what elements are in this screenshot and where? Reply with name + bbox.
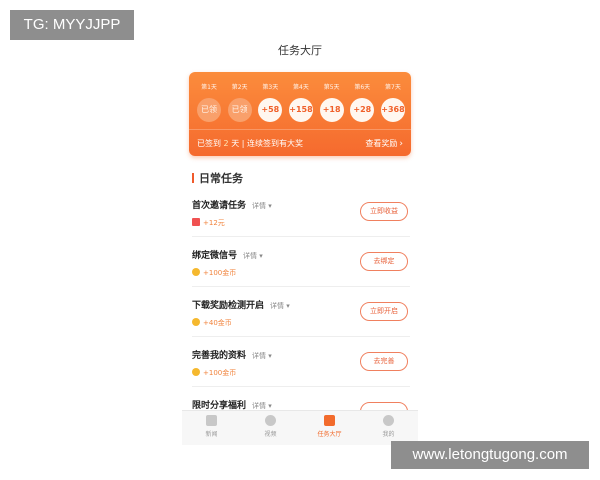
signin-rewards-row: 已领 已领 +58 +158 +18 +28 +368	[197, 98, 405, 122]
task-action-button[interactable]: 立即收益	[360, 202, 408, 221]
tab-news[interactable]: 新闻	[182, 411, 241, 445]
day-label: 第2天	[231, 84, 248, 91]
task-detail-link[interactable]: 详情 ▾	[252, 402, 272, 410]
task-detail-label: 详情	[252, 202, 267, 210]
divider	[192, 386, 410, 387]
app-screen: 任务大厅 第1天 第2天 第3天 第4天 第5天 第6天 第7天 已领 已领 +…	[182, 30, 418, 445]
section-title: 日常任务	[192, 170, 243, 186]
signin-reward-circle: +368	[380, 98, 405, 122]
signin-card: 第1天 第2天 第3天 第4天 第5天 第6天 第7天 已领 已领 +58 +1…	[189, 72, 411, 156]
day-label: 第6天	[354, 84, 371, 91]
divider	[192, 236, 410, 237]
day-label: 第5天	[323, 84, 340, 91]
task-detail-link[interactable]: 详情 ▾	[252, 202, 272, 210]
task-reward: +40金币	[192, 318, 232, 328]
coin-icon	[192, 318, 200, 326]
task-reward: +100金币	[192, 368, 236, 378]
task-action-button[interactable]: 去完善	[360, 352, 408, 371]
red-packet-icon	[192, 218, 200, 226]
tab-label: 任务大厅	[317, 431, 342, 438]
task-action-button[interactable]: 立即开启	[360, 302, 408, 321]
tab-video[interactable]: 视频	[241, 411, 300, 445]
task-item: 完善我的资料 详情 ▾ +100金币 去完善	[192, 348, 410, 394]
signin-reward-circle: 已领	[227, 98, 252, 122]
task-detail-label: 详情	[270, 302, 285, 310]
watermark-top: TG: MYYJJPP	[10, 10, 134, 40]
signin-reward-circle: +58	[258, 98, 283, 122]
divider	[192, 336, 410, 337]
signin-reward-circle: 已领	[197, 98, 221, 122]
task-name-text: 下载奖励检测开启	[192, 301, 265, 311]
section-accent-bar	[192, 173, 194, 183]
task-reward-text: +100金币	[203, 269, 237, 277]
task-name-text: 首次邀请任务	[192, 201, 247, 211]
task-detail-link[interactable]: 详情 ▾	[270, 302, 290, 310]
news-icon	[206, 415, 217, 426]
task-detail-label: 详情	[252, 352, 267, 360]
task-reward: +100金币	[192, 268, 236, 278]
signin-day-count: 2	[223, 139, 229, 148]
task-icon	[324, 415, 335, 426]
section-title-text: 日常任务	[199, 172, 243, 185]
day-label: 第4天	[293, 84, 309, 91]
task-name-text: 绑定微信号	[192, 251, 238, 261]
coin-icon	[192, 368, 200, 376]
view-rewards-label: 查看奖励	[365, 139, 398, 148]
task-detail-label: 详情	[243, 252, 258, 260]
signin-status-suffix: 天 | 连续签到有大奖	[231, 139, 303, 148]
tab-task-hall[interactable]: 任务大厅	[300, 411, 359, 445]
profile-icon	[383, 415, 394, 426]
task-detail-link[interactable]: 详情 ▾	[252, 352, 272, 360]
task-name-text: 完善我的资料	[192, 351, 247, 361]
view-rewards-link[interactable]: 查看奖励 ›	[365, 138, 403, 149]
task-reward-text: +40金币	[203, 319, 232, 327]
watermark-bottom: www.letongtugong.com	[391, 441, 589, 469]
day-label: 第7天	[385, 84, 401, 91]
task-name: 绑定微信号 详情 ▾	[192, 248, 263, 261]
signin-reward-circle: +158	[288, 98, 313, 122]
day-label: 第1天	[201, 84, 217, 91]
coin-icon	[192, 268, 200, 276]
bottom-tab-bar: 新闻 视频 任务大厅 我的	[182, 410, 418, 445]
divider	[192, 286, 410, 287]
tab-label: 新闻	[205, 431, 218, 438]
page-title: 任务大厅	[278, 44, 322, 57]
task-item: 绑定微信号 详情 ▾ +100金币 去绑定	[192, 248, 410, 294]
video-icon	[265, 415, 276, 426]
chevron-right-icon: ›	[399, 139, 403, 149]
task-item: 首次邀请任务 详情 ▾ +12元 立即收益	[192, 198, 410, 244]
task-action-button[interactable]: 去绑定	[360, 252, 408, 271]
task-name: 完善我的资料 详情 ▾	[192, 348, 272, 361]
tab-profile[interactable]: 我的	[359, 411, 418, 445]
task-name: 首次邀请任务 详情 ▾	[192, 198, 272, 211]
signin-status-bar: 已签到 2 天 | 连续签到有大奖 查看奖励 ›	[189, 129, 411, 156]
task-detail-label: 详情	[252, 402, 267, 410]
day-label: 第3天	[262, 84, 279, 91]
tab-label: 我的	[382, 431, 395, 438]
signin-status-prefix: 已签到	[197, 139, 221, 148]
task-name: 下载奖励检测开启 详情 ▾	[192, 298, 290, 311]
task-reward: +12元	[192, 218, 225, 228]
signin-reward-circle: +28	[350, 98, 375, 122]
task-item: 下载奖励检测开启 详情 ▾ +40金币 立即开启	[192, 298, 410, 344]
tab-label: 视频	[264, 431, 277, 438]
task-reward-text: +12元	[203, 219, 225, 227]
task-detail-link[interactable]: 详情 ▾	[243, 252, 263, 260]
signin-status: 已签到 2 天 | 连续签到有大奖	[197, 138, 303, 149]
signin-days-row: 第1天 第2天 第3天 第4天 第5天 第6天 第7天	[197, 82, 405, 94]
signin-reward-circle: +18	[319, 98, 344, 122]
task-reward-text: +100金币	[203, 369, 237, 377]
